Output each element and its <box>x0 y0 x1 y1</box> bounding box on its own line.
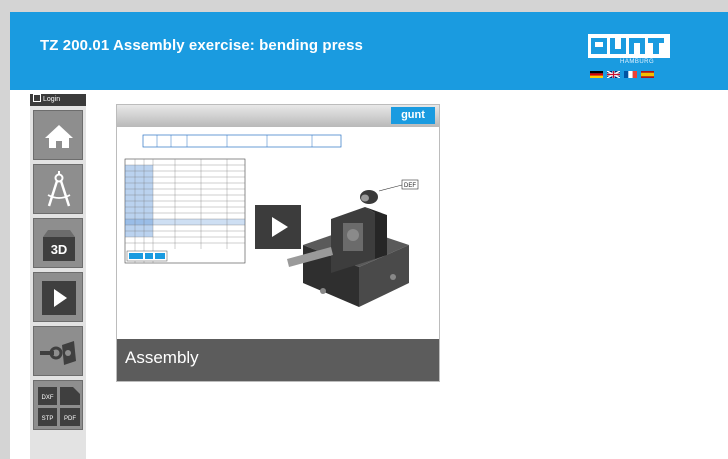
sidebar-item-home[interactable] <box>33 110 83 160</box>
sidebar-item-assembly[interactable] <box>33 326 83 376</box>
logo-subtitle: HAMBURG <box>620 59 655 65</box>
login-link[interactable]: Login <box>30 94 86 106</box>
sidebar-item-downloads[interactable]: DXF STP PDF <box>33 380 83 430</box>
video-caption-bar: Assembly <box>117 339 439 381</box>
files-icon: DXF STP PDF <box>38 387 80 426</box>
sidebar-item-3d[interactable]: 3D <box>33 218 83 268</box>
video-logo: gunt <box>391 107 435 124</box>
compass-icon <box>47 171 71 207</box>
bending-press-model: DEF <box>287 179 419 307</box>
header-bar: TZ 200.01 Assembly exercise: bending pre… <box>10 12 728 90</box>
svg-text:STP: STP <box>42 416 54 422</box>
play-button[interactable] <box>255 205 301 249</box>
flag-en-icon[interactable] <box>607 71 620 78</box>
video-player[interactable]: gunt DEF Assembly <box>116 104 440 382</box>
home-icon <box>45 125 73 148</box>
sidebar-item-video[interactable] <box>33 272 83 322</box>
flag-fr-icon[interactable] <box>624 71 637 78</box>
svg-text:DXF: DXF <box>42 395 54 401</box>
language-selector <box>590 71 654 78</box>
sidebar-item-drawing[interactable] <box>33 164 83 214</box>
svg-text:PDF: PDF <box>64 416 76 422</box>
3d-icon: 3D <box>43 230 75 261</box>
login-label: Login <box>43 96 61 103</box>
play-icon <box>42 281 76 315</box>
svg-text:3D: 3D <box>51 242 68 257</box>
flag-es-icon[interactable] <box>641 71 654 78</box>
login-icon <box>33 94 41 102</box>
app-frame: TZ 200.01 Assembly exercise: bending pre… <box>10 12 728 459</box>
video-header: gunt <box>117 105 439 127</box>
key-lock-icon <box>40 341 76 365</box>
video-caption: Assembly <box>125 348 199 367</box>
gunt-logo[interactable] <box>588 34 670 58</box>
sidebar: Login 3D DXF STP PDF <box>30 94 86 459</box>
svg-text:DEF: DEF <box>404 183 416 189</box>
flag-de-icon[interactable] <box>590 71 603 78</box>
page-title: TZ 200.01 Assembly exercise: bending pre… <box>40 37 363 54</box>
